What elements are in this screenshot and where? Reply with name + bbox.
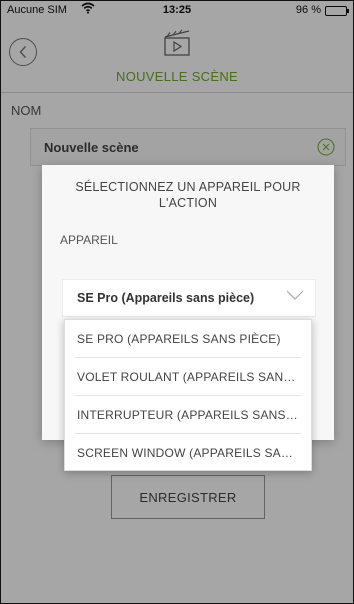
device-label: APPAREIL xyxy=(60,233,118,247)
chevron-down-icon xyxy=(286,290,304,300)
dropdown-item-label: VOLET ROULANT (APPAREILS SANS… xyxy=(77,370,304,384)
dropdown-item-screen-window[interactable]: SCREEN WINDOW (APPAREILS SAN… xyxy=(65,434,311,472)
dropdown-item-label: INTERRUPTEUR (APPAREILS SANS P… xyxy=(77,408,310,422)
dropdown-item-label: SE PRO (APPAREILS SANS PIÈCE) xyxy=(77,332,281,346)
device-dropdown-list: SE PRO (APPAREILS SANS PIÈCE) VOLET ROUL… xyxy=(64,319,312,471)
dropdown-item-interrupteur[interactable]: INTERRUPTEUR (APPAREILS SANS P… xyxy=(65,396,311,434)
dialog-title: SÉLECTIONNEZ UN APPAREIL POUR L'ACTION xyxy=(75,180,301,210)
app-screen: Aucune SIM 13:25 96 % NOUVELLE SCÈNE NOM… xyxy=(0,0,354,604)
dropdown-item-volet-roulant[interactable]: VOLET ROULANT (APPAREILS SANS… xyxy=(65,358,311,396)
dropdown-item-label: SCREEN WINDOW (APPAREILS SAN… xyxy=(77,446,302,460)
dropdown-item-se-pro[interactable]: SE PRO (APPAREILS SANS PIÈCE) xyxy=(65,320,311,358)
device-select[interactable]: SE Pro (Appareils sans pièce) xyxy=(62,279,316,317)
device-select-value: SE Pro (Appareils sans pièce) xyxy=(77,291,255,305)
